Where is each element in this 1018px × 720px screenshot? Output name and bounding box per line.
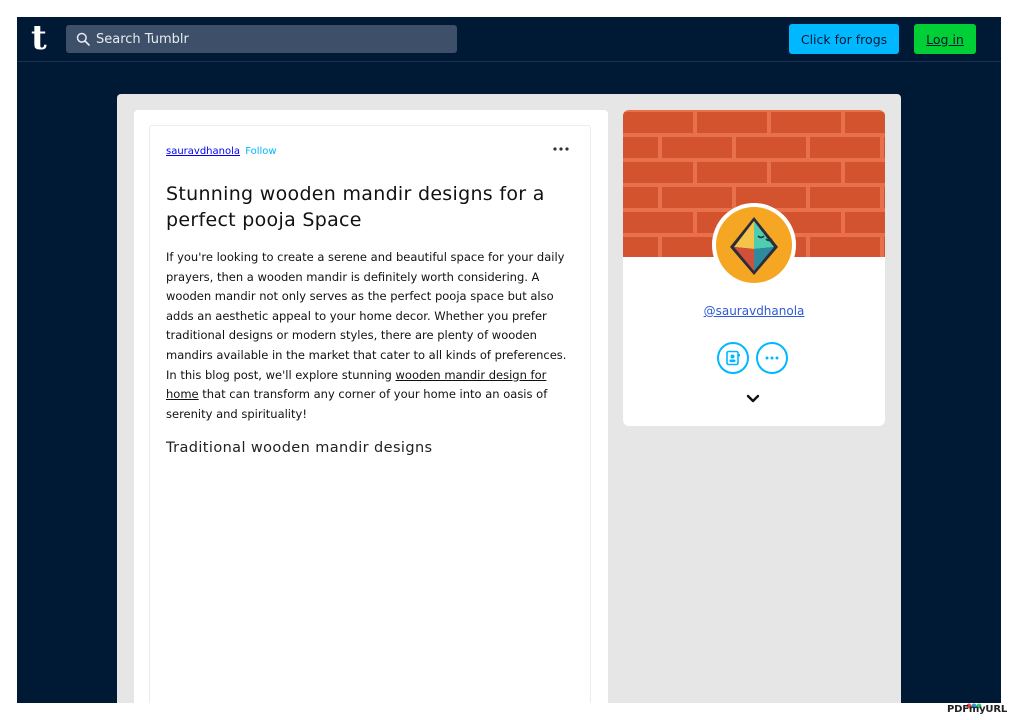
blog-profile-button[interactable] bbox=[717, 342, 749, 374]
more-options-icon[interactable] bbox=[552, 144, 570, 154]
post-subheading: Traditional wooden mandir designs bbox=[166, 440, 433, 456]
post-header: sauravdhanola Follow bbox=[166, 146, 277, 157]
pdfmyurl-watermark: PDFmyURL bbox=[947, 704, 1007, 715]
post-card: sauravdhanola Follow Stunning wooden man… bbox=[149, 125, 591, 703]
tumblr-logo-icon[interactable]: t bbox=[31, 21, 55, 55]
posts-column: sauravdhanola Follow Stunning wooden man… bbox=[134, 110, 608, 703]
blog-more-button[interactable] bbox=[756, 342, 788, 374]
blog-frame: sauravdhanola Follow Stunning wooden man… bbox=[117, 94, 901, 703]
search-input[interactable]: Search Tumblr bbox=[66, 25, 457, 53]
login-button[interactable]: Log in bbox=[914, 24, 976, 54]
post-body-text-end: that can transform any corner of your ho… bbox=[166, 387, 548, 421]
post-body-text: If you're looking to create a serene and… bbox=[166, 250, 567, 382]
search-placeholder: Search Tumblr bbox=[96, 31, 189, 47]
blog-info-card: @sauravdhanola bbox=[623, 110, 885, 426]
top-bar: t Search Tumblr Click for frogs Log in bbox=[17, 17, 1001, 62]
post-body: If you're looking to create a serene and… bbox=[166, 248, 572, 424]
search-icon bbox=[76, 32, 90, 46]
ellipsis-icon bbox=[765, 356, 779, 360]
follow-button[interactable]: Follow bbox=[245, 146, 276, 157]
blog-avatar[interactable] bbox=[712, 203, 796, 287]
profile-card-icon bbox=[726, 350, 740, 366]
post-author-link[interactable]: sauravdhanola bbox=[166, 146, 240, 157]
avatar-octahedron-icon bbox=[712, 203, 796, 287]
chevron-down-icon[interactable] bbox=[746, 394, 760, 404]
tumblr-app: t Search Tumblr Click for frogs Log in s… bbox=[17, 17, 1001, 703]
click-for-frogs-button[interactable]: Click for frogs bbox=[789, 24, 899, 54]
blog-username-link[interactable]: @sauravdhanola bbox=[623, 304, 885, 318]
post-title: Stunning wooden mandir designs for a per… bbox=[166, 183, 545, 231]
